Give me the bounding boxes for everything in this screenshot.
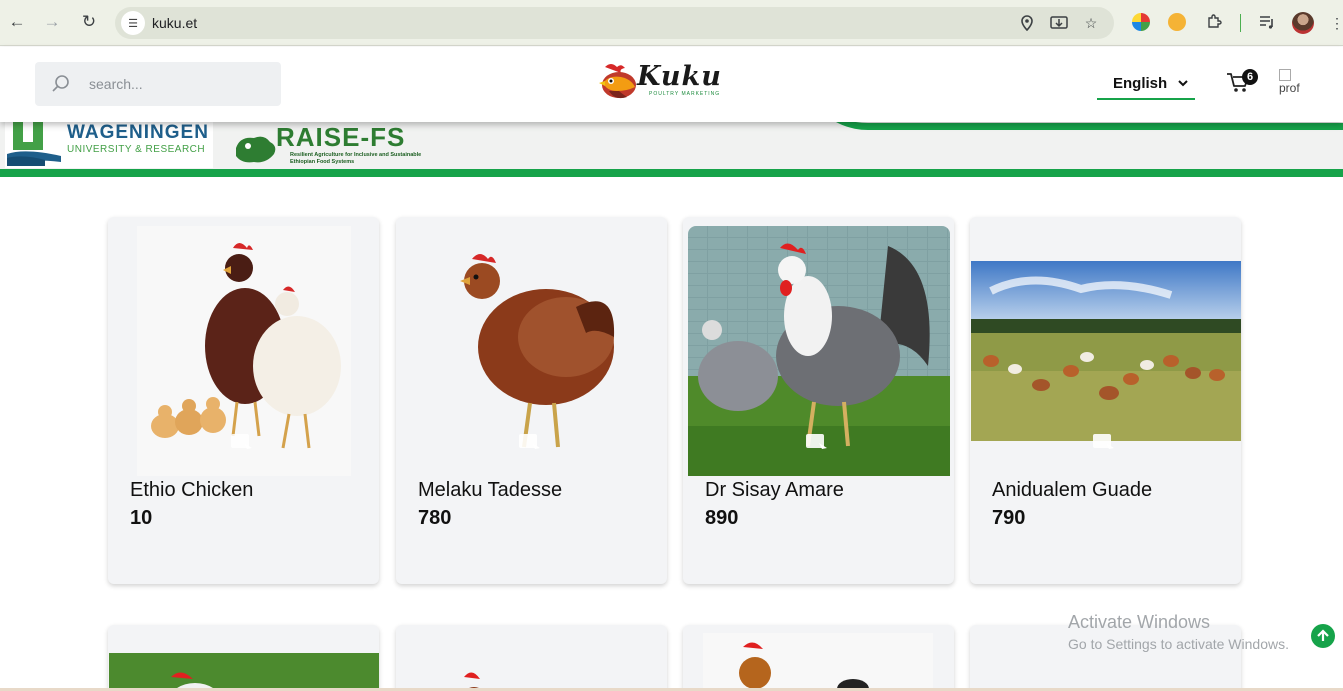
site-settings-icon[interactable]: ☰ xyxy=(121,11,145,35)
raise-fs-logo: RAISE-FS Resilient Agriculture for Inclu… xyxy=(230,122,430,168)
product-image xyxy=(703,633,933,691)
browser-menu-icon[interactable]: ⋮ xyxy=(1330,14,1343,32)
product-card[interactable]: Ethio Chicken 10 xyxy=(108,217,379,584)
product-name: Melaku Tadesse xyxy=(418,479,563,501)
search-icon xyxy=(52,75,69,92)
watermark-subtitle: Go to Settings to activate Windows. xyxy=(1068,636,1289,652)
arrow-up-icon xyxy=(1317,629,1329,641)
location-pin-icon[interactable] xyxy=(1018,14,1036,32)
media-queue-icon[interactable] xyxy=(1258,13,1276,31)
wageningen-logo: WAGENINGEN UNIVERSITY & RESEARCH xyxy=(5,122,213,168)
product-image xyxy=(971,261,1241,441)
rooster-logo-icon xyxy=(599,64,636,99)
decorative-arc xyxy=(800,122,1343,130)
address-bar[interactable]: ☰ kuku.et ☆ xyxy=(115,7,1114,39)
product-price: 780 xyxy=(418,507,452,529)
partner-banner: WAGENINGEN UNIVERSITY & RESEARCH RAISE-F… xyxy=(0,122,1343,177)
product-card[interactable] xyxy=(108,625,379,691)
view-video-icon[interactable] xyxy=(1092,433,1116,453)
forward-arrow-icon[interactable]: → xyxy=(41,11,63,33)
ethiopia-map-icon xyxy=(236,136,276,163)
orange-extension-icon[interactable] xyxy=(1168,13,1186,31)
chevron-down-icon xyxy=(1178,80,1188,87)
wageningen-subtitle: UNIVERSITY & RESEARCH xyxy=(67,144,206,155)
site-header: Kuku POULTRY MARKETING English 6 prof xyxy=(0,47,1343,122)
install-app-icon[interactable] xyxy=(1050,14,1068,32)
bookmark-star-icon[interactable]: ☆ xyxy=(1082,14,1100,32)
browser-toolbar: ← → ↻ ☰ kuku.et ☆ ⋮ xyxy=(0,0,1343,46)
view-video-icon[interactable] xyxy=(805,433,829,453)
broken-image-icon xyxy=(1279,69,1291,81)
decorative-line xyxy=(0,169,1343,177)
back-arrow-icon[interactable]: ← xyxy=(6,11,28,33)
raise-fs-subtitle: Resilient Agriculture for Inclusive and … xyxy=(290,152,422,165)
wageningen-mark-icon xyxy=(7,122,61,166)
kuku-logo[interactable]: Kuku POULTRY MARKETING xyxy=(597,61,749,105)
product-price: 890 xyxy=(705,507,739,529)
product-price: 790 xyxy=(992,507,1026,529)
address-url[interactable]: kuku.et xyxy=(152,15,197,31)
raise-fs-title: RAISE-FS xyxy=(276,122,406,152)
logo-tagline: POULTRY MARKETING xyxy=(649,91,721,97)
product-price: 10 xyxy=(130,507,153,529)
product-name: Dr Sisay Amare xyxy=(705,479,844,501)
product-name: Anidualem Guade xyxy=(992,479,1153,501)
logo-wordmark: Kuku xyxy=(637,61,722,92)
browser-profile-avatar[interactable] xyxy=(1292,12,1314,34)
product-image xyxy=(464,672,483,691)
product-image xyxy=(109,653,379,691)
color-extension-icon[interactable] xyxy=(1132,13,1150,31)
product-card[interactable] xyxy=(683,625,954,691)
watermark-title: Activate Windows xyxy=(1068,612,1211,632)
wageningen-title: WAGENINGEN xyxy=(67,122,209,143)
toolbar-divider xyxy=(1240,14,1241,32)
product-card[interactable] xyxy=(396,625,667,691)
windows-activation-watermark: Activate Windows Go to Settings to activ… xyxy=(1068,612,1289,652)
scroll-to-top-button[interactable] xyxy=(1311,624,1335,648)
cart-button[interactable]: 6 xyxy=(1226,69,1260,98)
profile-alt-text: prof xyxy=(1279,81,1300,95)
language-select[interactable]: English xyxy=(1097,68,1195,100)
extensions-puzzle-icon[interactable] xyxy=(1205,13,1223,31)
product-card[interactable]: Dr Sisay Amare 890 xyxy=(683,217,954,584)
reload-icon[interactable]: ↻ xyxy=(78,11,100,33)
search-input[interactable] xyxy=(89,72,269,96)
language-select-value: English xyxy=(1113,74,1168,92)
view-video-icon[interactable] xyxy=(518,433,542,453)
cart-count-badge: 6 xyxy=(1242,69,1258,85)
product-card[interactable]: Melaku Tadesse 780 xyxy=(396,217,667,584)
search-bar[interactable] xyxy=(35,62,281,106)
product-name: Ethio Chicken xyxy=(130,479,254,501)
view-video-icon[interactable] xyxy=(230,433,254,453)
product-card[interactable]: Anidualem Guade 790 xyxy=(970,217,1241,584)
profile-avatar[interactable]: prof xyxy=(1279,69,1309,101)
